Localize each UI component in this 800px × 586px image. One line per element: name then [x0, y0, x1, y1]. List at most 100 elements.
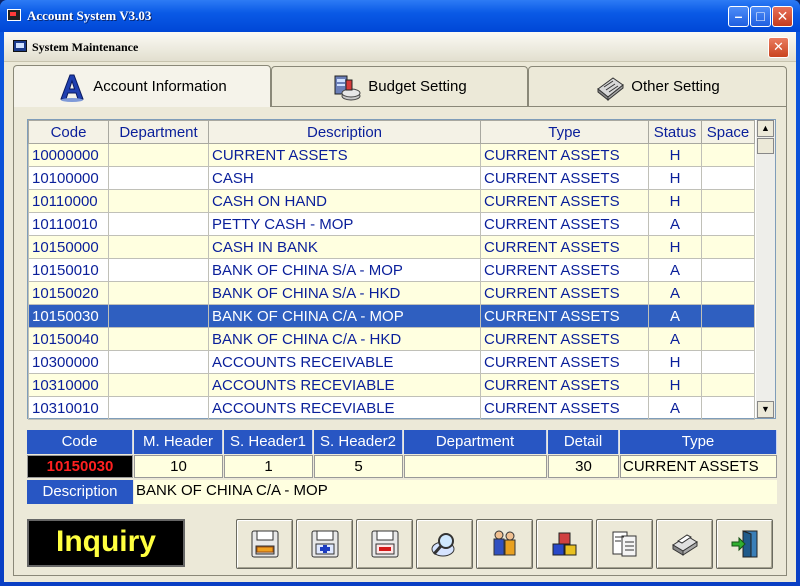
- cell-status[interactable]: H: [648, 166, 702, 190]
- report-button[interactable]: [596, 519, 653, 569]
- cell-space[interactable]: [701, 235, 755, 259]
- tab-account-information[interactable]: Account Information: [13, 65, 271, 107]
- cell-space[interactable]: [701, 281, 755, 305]
- cell-status[interactable]: H: [648, 143, 702, 167]
- cell-description[interactable]: BANK OF CHINA S/A - HKD: [208, 281, 481, 305]
- cell-type[interactable]: CURRENT ASSETS: [480, 212, 649, 236]
- cell-description[interactable]: BANK OF CHINA C/A - MOP: [208, 304, 481, 328]
- column-header-space[interactable]: Space: [701, 120, 755, 144]
- department-field[interactable]: [404, 455, 547, 478]
- cell-department[interactable]: [108, 327, 209, 351]
- cell-department[interactable]: [108, 166, 209, 190]
- cell-department[interactable]: [108, 258, 209, 282]
- detail-field[interactable]: 30: [548, 455, 619, 478]
- cell-department[interactable]: [108, 143, 209, 167]
- s-header2-field[interactable]: 5: [314, 455, 403, 478]
- table-row[interactable]: 10150030 BANK OF CHINA C/A - MOP CURRENT A…: [28, 304, 755, 328]
- cell-code[interactable]: 10150020: [28, 281, 109, 305]
- cell-department[interactable]: [108, 373, 209, 397]
- cell-description[interactable]: ACCOUNTS RECEVIABLE: [208, 373, 481, 397]
- cell-status[interactable]: A: [648, 327, 702, 351]
- cell-status[interactable]: A: [648, 396, 702, 420]
- close-button[interactable]: ✕: [772, 6, 793, 27]
- column-header-status[interactable]: Status: [648, 120, 702, 144]
- cell-description[interactable]: BANK OF CHINA S/A - MOP: [208, 258, 481, 282]
- cell-code[interactable]: 10310000: [28, 373, 109, 397]
- cell-space[interactable]: [701, 373, 755, 397]
- type-field[interactable]: CURRENT ASSETS: [620, 455, 777, 478]
- cell-code[interactable]: 10110000: [28, 189, 109, 213]
- cell-description[interactable]: CURRENT ASSETS: [208, 143, 481, 167]
- cell-status[interactable]: H: [648, 189, 702, 213]
- cell-department[interactable]: [108, 189, 209, 213]
- table-row[interactable]: 10150010 BANK OF CHINA S/A - MOP CURRENT A…: [28, 258, 755, 282]
- users-button[interactable]: [476, 519, 533, 569]
- cell-description[interactable]: CASH: [208, 166, 481, 190]
- cell-type[interactable]: CURRENT ASSETS: [480, 304, 649, 328]
- subwindow-close-button[interactable]: ✕: [768, 37, 789, 58]
- code-field[interactable]: 10150030: [27, 455, 133, 478]
- cell-type[interactable]: CURRENT ASSETS: [480, 143, 649, 167]
- cell-status[interactable]: H: [648, 350, 702, 374]
- minimize-button[interactable]: –: [728, 6, 749, 27]
- table-row[interactable]: 10100000 CASH CURRENT ASSETS H: [28, 166, 755, 190]
- table-row[interactable]: 10150040 BANK OF CHINA C/A - HKD CURRENT A…: [28, 327, 755, 351]
- cell-code[interactable]: 10300000: [28, 350, 109, 374]
- cell-space[interactable]: [701, 350, 755, 374]
- cell-status[interactable]: A: [648, 258, 702, 282]
- cell-status[interactable]: A: [648, 212, 702, 236]
- cell-department[interactable]: [108, 396, 209, 420]
- cell-type[interactable]: CURRENT ASSETS: [480, 166, 649, 190]
- cell-space[interactable]: [701, 396, 755, 420]
- cell-code[interactable]: 10310010: [28, 396, 109, 420]
- title-bar[interactable]: Account System V3.03 – □ ✕: [0, 0, 800, 32]
- delete-record-button[interactable]: [356, 519, 413, 569]
- table-row[interactable]: 10310000 ACCOUNTS RECEVIABLE CURRENT ASSET…: [28, 373, 755, 397]
- cell-department[interactable]: [108, 281, 209, 305]
- cell-description[interactable]: ACCOUNTS RECEVIABLE: [208, 396, 481, 420]
- blocks-button[interactable]: [536, 519, 593, 569]
- cell-type[interactable]: CURRENT ASSETS: [480, 189, 649, 213]
- cell-type[interactable]: CURRENT ASSETS: [480, 350, 649, 374]
- cell-space[interactable]: [701, 189, 755, 213]
- cell-status[interactable]: H: [648, 373, 702, 397]
- cell-department[interactable]: [108, 212, 209, 236]
- maximize-button[interactable]: □: [750, 6, 771, 27]
- cell-code[interactable]: 10150010: [28, 258, 109, 282]
- cell-code[interactable]: 10110010: [28, 212, 109, 236]
- cell-department[interactable]: [108, 350, 209, 374]
- table-row[interactable]: 10110000 CASH ON HAND CURRENT ASSETS H: [28, 189, 755, 213]
- scroll-up-button[interactable]: ▲: [757, 120, 774, 137]
- cell-space[interactable]: [701, 212, 755, 236]
- description-field[interactable]: BANK OF CHINA C/A - MOP: [134, 480, 777, 504]
- print-button[interactable]: [656, 519, 713, 569]
- scroll-down-button[interactable]: ▼: [757, 401, 774, 418]
- m-header-field[interactable]: 10: [134, 455, 223, 478]
- cell-space[interactable]: [701, 258, 755, 282]
- cell-description[interactable]: ACCOUNTS RECEIVABLE: [208, 350, 481, 374]
- table-row[interactable]: 10300000 ACCOUNTS RECEIVABLE CURRENT ASSET…: [28, 350, 755, 374]
- cell-type[interactable]: CURRENT ASSETS: [480, 235, 649, 259]
- cell-description[interactable]: PETTY CASH - MOP: [208, 212, 481, 236]
- cell-department[interactable]: [108, 304, 209, 328]
- cell-code[interactable]: 10150030: [28, 304, 109, 328]
- vertical-scrollbar[interactable]: ▲ ▼: [756, 120, 775, 418]
- table-row[interactable]: 10150020 BANK OF CHINA S/A - HKD CURRENT A…: [28, 281, 755, 305]
- add-record-button[interactable]: [296, 519, 353, 569]
- column-header-department[interactable]: Department: [108, 120, 209, 144]
- cell-code[interactable]: 10150040: [28, 327, 109, 351]
- table-row[interactable]: 10110010 PETTY CASH - MOP CURRENT ASSETS A: [28, 212, 755, 236]
- exit-button[interactable]: [716, 519, 773, 569]
- cell-status[interactable]: A: [648, 304, 702, 328]
- cell-space[interactable]: [701, 304, 755, 328]
- cell-department[interactable]: [108, 235, 209, 259]
- search-button[interactable]: [416, 519, 473, 569]
- table-row[interactable]: 10310010 ACCOUNTS RECEVIABLE CURRENT ASSET…: [28, 396, 755, 420]
- cell-type[interactable]: CURRENT ASSETS: [480, 396, 649, 420]
- table-row[interactable]: 10000000 CURRENT ASSETS CURRENT ASSETS H: [28, 143, 755, 167]
- cell-type[interactable]: CURRENT ASSETS: [480, 373, 649, 397]
- cell-space[interactable]: [701, 143, 755, 167]
- column-header-type[interactable]: Type: [480, 120, 649, 144]
- table-row[interactable]: 10150000 CASH IN BANK CURRENT ASSETS H: [28, 235, 755, 259]
- cell-description[interactable]: CASH ON HAND: [208, 189, 481, 213]
